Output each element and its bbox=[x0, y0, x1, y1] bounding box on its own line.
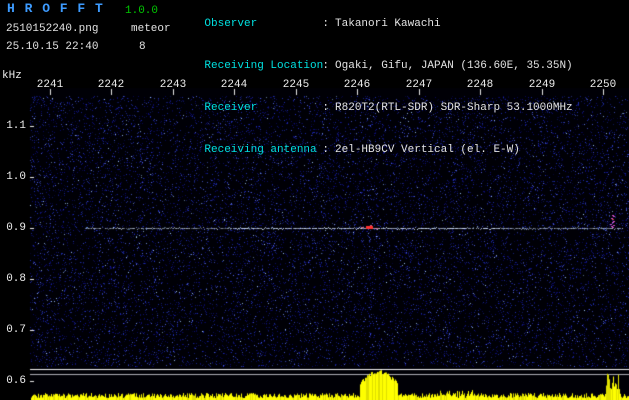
info-label: Receiving antenna bbox=[204, 143, 322, 157]
freq-tick-label: 1.0 bbox=[4, 171, 26, 183]
info-value: R820T2(RTL-SDR) SDR-Sharp 53.1000MHz bbox=[335, 102, 573, 114]
time-tick-label: 2246 bbox=[344, 79, 370, 91]
info-separator: : bbox=[322, 18, 329, 30]
freq-tick-label: 1.1 bbox=[4, 120, 26, 132]
mode-label: meteor bbox=[131, 23, 171, 35]
time-tick-label: 2248 bbox=[467, 79, 493, 91]
time-tick-label: 2245 bbox=[283, 79, 309, 91]
echo-count: 8 bbox=[139, 41, 146, 53]
info-value: 2el-HB9CV Vertical (el. E-W) bbox=[335, 144, 520, 156]
info-separator: : bbox=[322, 102, 329, 114]
freq-unit-label: kHz bbox=[2, 70, 22, 82]
info-separator: : bbox=[322, 60, 329, 72]
app-title: H R O F F T bbox=[7, 3, 104, 15]
freq-tick-label: 0.7 bbox=[4, 324, 26, 336]
info-label: Receiving Location bbox=[204, 59, 322, 73]
info-row-antenna: Receiving antenna:2el-HB9CV Vertical (el… bbox=[178, 129, 573, 171]
info-separator: : bbox=[322, 144, 329, 156]
time-tick-label: 2250 bbox=[590, 79, 616, 91]
datetime: 25.10.15 22:40 bbox=[6, 41, 98, 53]
time-tick-label: 2241 bbox=[37, 79, 63, 91]
filename: 2510152240.png bbox=[6, 23, 98, 35]
app-version: 1.0.0 bbox=[125, 5, 158, 17]
time-tick-label: 2244 bbox=[221, 79, 247, 91]
info-label: Receiver bbox=[204, 101, 322, 115]
freq-tick-label: 0.6 bbox=[4, 375, 26, 387]
info-value: Ogaki, Gifu, JAPAN (136.60E, 35.35N) bbox=[335, 60, 573, 72]
freq-tick-label: 0.9 bbox=[4, 222, 26, 234]
info-row-receiver: Receiver: R820T2(RTL-SDR) SDR-Sharp 53.10… bbox=[178, 87, 573, 129]
info-row-observer: Observer: Takanori Kawachi bbox=[178, 3, 573, 45]
info-value: Takanori Kawachi bbox=[335, 18, 441, 30]
hrofft-screen: { "header": { "app_title": "H R O F F T"… bbox=[0, 0, 629, 400]
time-tick-label: 2247 bbox=[406, 79, 432, 91]
time-tick-label: 2249 bbox=[529, 79, 555, 91]
time-tick-label: 2243 bbox=[160, 79, 186, 91]
time-tick-label: 2242 bbox=[98, 79, 124, 91]
freq-tick-label: 0.8 bbox=[4, 273, 26, 285]
info-label: Observer bbox=[204, 17, 322, 31]
